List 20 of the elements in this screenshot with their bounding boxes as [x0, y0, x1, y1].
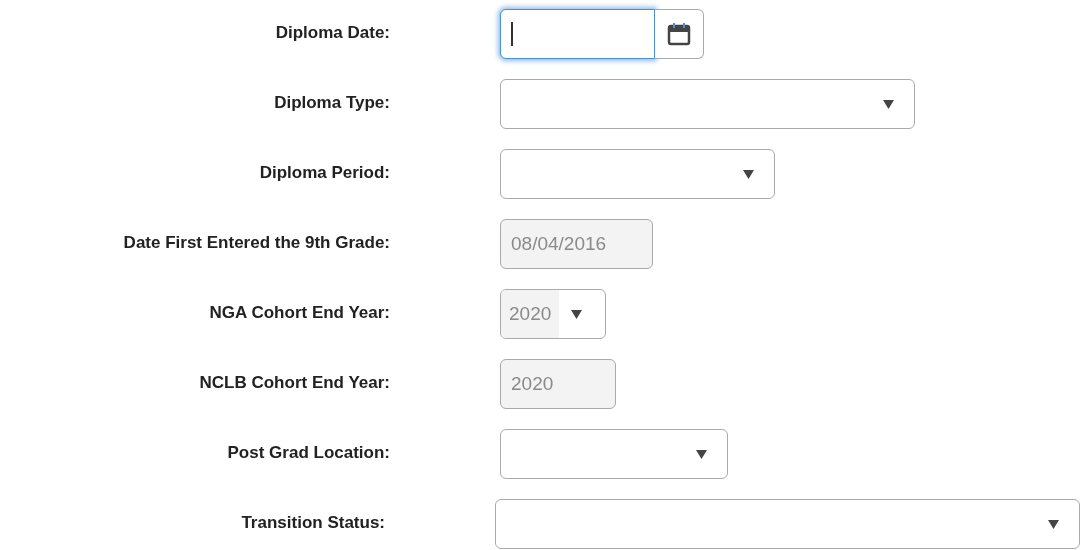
- field-label: Date First Entered the 9th Grade:: [122, 232, 390, 254]
- dropdown-field[interactable]: [500, 149, 775, 199]
- field-label: NCLB Cohort End Year:: [198, 372, 390, 394]
- field-label: Transition Status:: [240, 512, 385, 534]
- field-label: NGA Cohort End Year:: [208, 302, 390, 324]
- caret-icon: [1048, 519, 1059, 529]
- dropdown-field[interactable]: [500, 79, 915, 129]
- field-label: Post Grad Location:: [226, 442, 390, 464]
- caret-icon: [696, 449, 707, 459]
- calendar-icon: [667, 22, 691, 46]
- caret-icon: [883, 99, 894, 109]
- dropdown-field[interactable]: [495, 499, 1080, 549]
- dropdown-field[interactable]: [500, 429, 728, 479]
- caret-icon: [571, 310, 583, 320]
- date-input-field[interactable]: [500, 9, 655, 59]
- field-label: Diploma Period:: [258, 162, 390, 184]
- calendar-button[interactable]: [655, 9, 704, 59]
- field-label: Diploma Type:: [273, 92, 390, 114]
- field-label: Diploma Date:: [274, 22, 390, 44]
- caret-icon: [743, 169, 754, 179]
